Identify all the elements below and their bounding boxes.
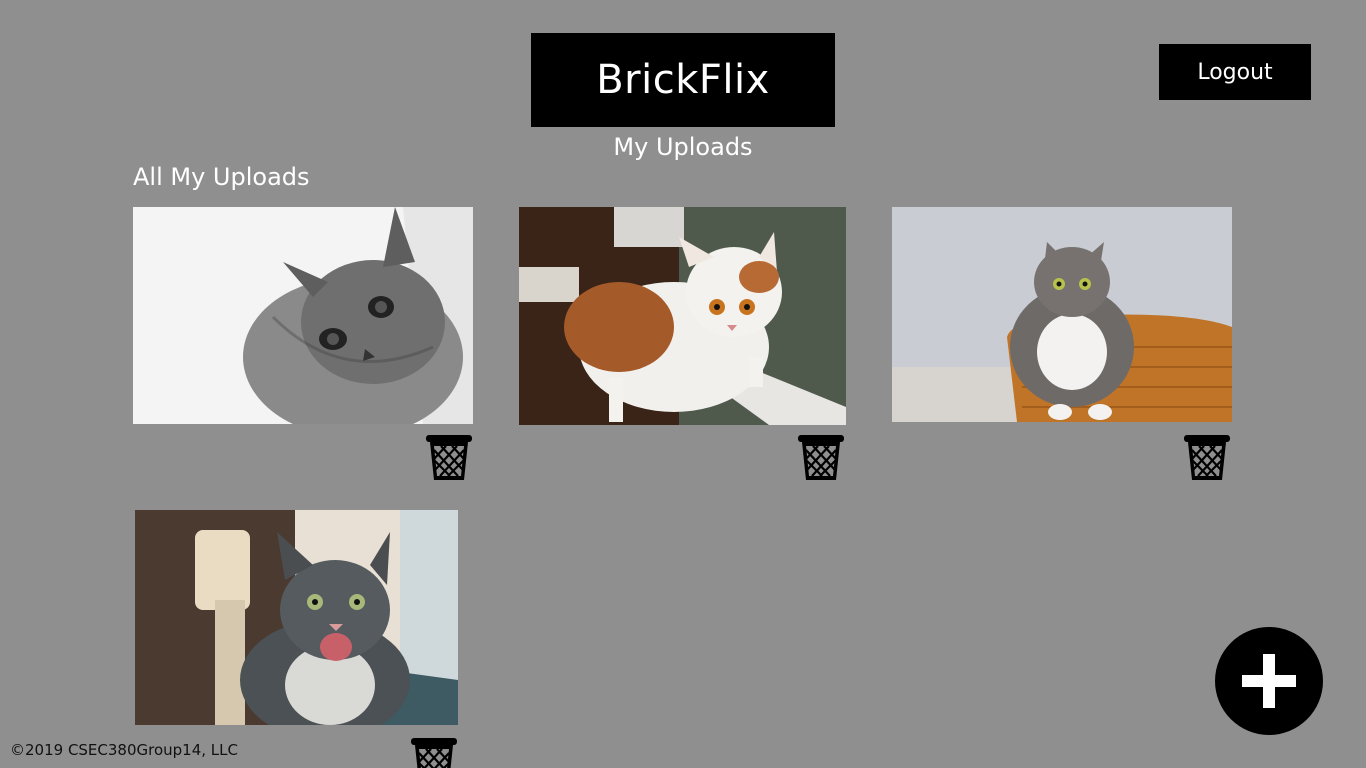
page: BrickFlix My Uploads Logout All My Uploa… <box>0 0 1366 768</box>
cat-meowing-image <box>135 510 458 725</box>
kitten-image <box>133 207 473 424</box>
delete-upload-1-button[interactable] <box>425 434 473 481</box>
brand-title: BrickFlix <box>596 57 770 103</box>
delete-upload-2-button[interactable] <box>797 434 845 481</box>
delete-upload-4-button[interactable] <box>410 737 458 768</box>
upload-thumbnail-4[interactable] <box>135 510 458 725</box>
section-heading: All My Uploads <box>133 163 310 191</box>
footer-copyright: ©2019 CSEC380Group14, LLC <box>10 741 238 759</box>
delete-upload-3-button[interactable] <box>1183 434 1231 481</box>
trash-icon <box>426 435 472 480</box>
brand-logo[interactable]: BrickFlix <box>531 33 835 127</box>
cat-basket-image <box>892 207 1232 422</box>
upload-thumbnail-3[interactable] <box>892 207 1232 422</box>
upload-thumbnail-1[interactable] <box>133 207 473 424</box>
trash-icon <box>1184 435 1230 480</box>
logout-button[interactable]: Logout <box>1159 44 1311 100</box>
page-subtitle: My Uploads <box>613 133 753 161</box>
add-upload-button[interactable] <box>1215 627 1323 735</box>
trash-icon <box>411 738 457 768</box>
cat-window-image <box>519 207 846 425</box>
plus-icon <box>1242 654 1296 708</box>
trash-icon <box>798 435 844 480</box>
upload-thumbnail-2[interactable] <box>519 207 846 425</box>
